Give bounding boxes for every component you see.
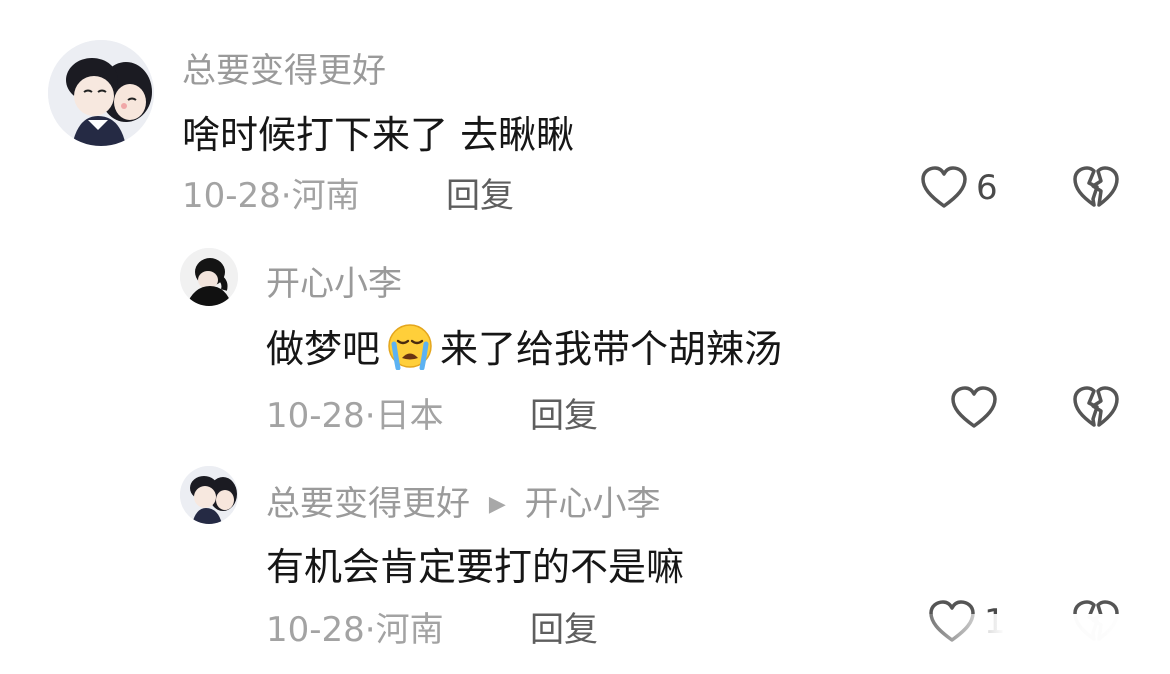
comment-text: 有机会肯定要打的不是嘛 <box>266 545 685 589</box>
avatar-couple[interactable] <box>48 40 154 146</box>
dislike-button[interactable] <box>1072 166 1120 210</box>
comment-author-link[interactable]: 总要变得更好 <box>266 484 470 524</box>
comment-text: 做梦吧 来了给我带个胡辣汤 <box>266 318 782 379</box>
comment-location: 日本 <box>375 396 444 436</box>
like-button[interactable]: 6 <box>920 166 998 210</box>
crying-face-icon <box>382 322 438 379</box>
meta-separator: · <box>364 396 376 436</box>
reply-arrow-icon: ▶ <box>488 492 506 517</box>
comment-date: 10-28 <box>266 610 365 650</box>
reply-button[interactable]: 回复 <box>530 388 598 437</box>
comment-meta: 10-28·日本 <box>266 388 444 437</box>
broken-heart-icon <box>1073 386 1119 427</box>
meta-separator: · <box>364 610 376 650</box>
like-count: 6 <box>976 168 998 208</box>
broken-heart-icon <box>1073 166 1119 207</box>
comment-meta: 10-28·河南 <box>266 602 444 651</box>
reply-button[interactable]: 回复 <box>530 602 598 651</box>
comment-text-part: 来了给我带个胡辣汤 <box>440 327 783 371</box>
dislike-button[interactable] <box>1072 386 1120 430</box>
avatar-couple[interactable] <box>180 466 238 524</box>
comment-author: 总要变得更好 ▶ 开心小李 <box>266 476 661 525</box>
comment-date: 10-28 <box>266 396 365 436</box>
meta-separator: · <box>280 176 292 216</box>
like-button[interactable] <box>950 386 1006 430</box>
comment-author[interactable]: 总要变得更好 <box>182 43 386 92</box>
watermark-fade <box>910 614 1170 674</box>
comment-author[interactable]: 开心小李 <box>266 256 402 305</box>
comment-date: 10-28 <box>182 176 281 216</box>
comment-location: 河南 <box>291 176 360 216</box>
comment-text-part: 做梦吧 <box>266 327 381 371</box>
comment-text: 啥时候打下来了 去瞅瞅 <box>182 113 575 157</box>
comment-location: 河南 <box>375 610 444 650</box>
reply-button[interactable]: 回复 <box>446 168 514 217</box>
avatar-boy[interactable] <box>180 248 238 306</box>
heart-icon <box>921 166 967 208</box>
reply-to-author[interactable]: 开心小李 <box>525 484 661 524</box>
comment-meta: 10-28·河南 <box>182 168 360 217</box>
heart-icon <box>951 386 997 428</box>
